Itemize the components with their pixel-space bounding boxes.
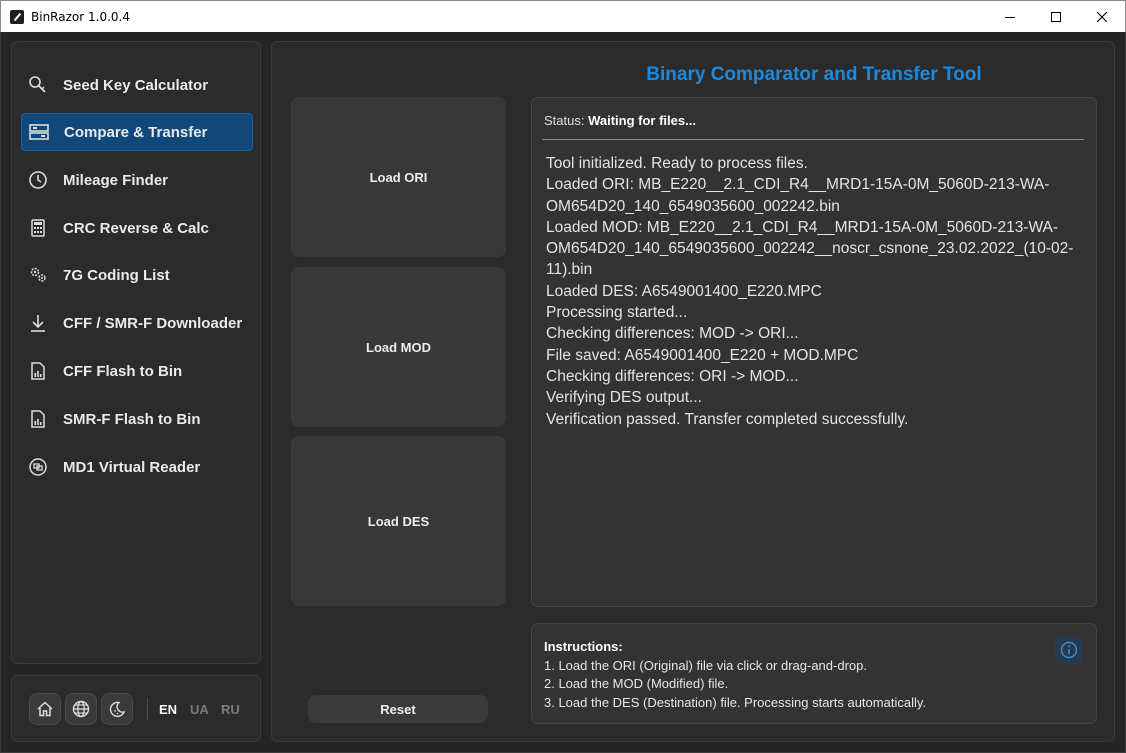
sidebar-item-mileage-finder[interactable]: Mileage Finder — [21, 161, 253, 199]
instruction-line: 1. Load the ORI (Original) file via clic… — [544, 658, 867, 673]
log-line: Processing started... — [546, 304, 688, 322]
home-button[interactable] — [29, 693, 61, 725]
sidebar-item-7g-coding-list[interactable]: 7G Coding List — [21, 256, 253, 294]
sidebar-item-label: Seed Key Calculator — [63, 76, 209, 94]
status-value: Waiting for files... — [588, 113, 696, 128]
log-line: Loaded ORI: MB_E220__2.1_CDI_R4__MRD1-15… — [546, 176, 1050, 215]
sidebar: Seed Key Calculator Compare & Transfer M… — [11, 41, 261, 664]
sidebar-item-label: CFF Flash to Bin — [63, 362, 183, 380]
sidebar-item-label: SMR-F Flash to Bin — [63, 410, 201, 428]
load-mod-button[interactable]: Load MOD — [291, 267, 506, 427]
key-search-icon — [28, 75, 48, 95]
download-icon — [28, 313, 48, 333]
divider — [147, 698, 148, 720]
title-bar: BinRazor 1.0.0.4 — [0, 0, 1126, 32]
window-title: BinRazor 1.0.0.4 — [31, 9, 130, 24]
log-output: Tool initialized. Ready to process files… — [546, 153, 1086, 430]
status-divider — [542, 139, 1084, 140]
theme-toggle-button[interactable] — [101, 693, 133, 725]
log-line: Loaded DES: A6549001400_E220.MPC — [546, 282, 822, 300]
instructions-title: Instructions: — [544, 639, 623, 654]
gears-icon — [28, 265, 48, 285]
sidebar-item-compare-transfer[interactable]: Compare & Transfer — [21, 113, 253, 151]
minimize-icon — [1005, 16, 1015, 18]
load-ori-button[interactable]: Load ORI — [291, 97, 506, 257]
window-controls — [987, 1, 1125, 32]
log-line: Verifying DES output... — [546, 389, 702, 407]
log-line: Loaded MOD: MB_E220__2.1_CDI_R4__MRD1-15… — [546, 218, 1074, 279]
sidebar-item-label: CRC Reverse & Calc — [63, 219, 209, 237]
compare-icon — [29, 122, 49, 142]
sidebar-item-label: MD1 Virtual Reader — [63, 458, 201, 476]
minimize-button[interactable] — [987, 1, 1033, 32]
calculator-icon — [28, 218, 48, 238]
maximize-icon — [1051, 11, 1061, 22]
language-option-ru[interactable]: RU — [221, 702, 240, 717]
moon-icon — [109, 701, 126, 718]
log-panel: Status: Waiting for files... Tool initia… — [531, 97, 1097, 607]
file-chart-icon — [28, 409, 48, 429]
file-chart-icon — [28, 361, 48, 381]
sidebar-item-label: CFF / SMR-F Downloader — [63, 314, 243, 332]
sidebar-item-seed-key-calculator[interactable]: Seed Key Calculator — [21, 66, 253, 104]
status-line: Status: Waiting for files... — [544, 113, 696, 128]
sidebar-item-crc-reverse-calc[interactable]: CRC Reverse & Calc — [21, 209, 253, 247]
instruction-line: 3. Load the DES (Destination) file. Proc… — [544, 695, 926, 710]
info-icon — [1060, 641, 1078, 659]
instructions-panel: Instructions: 1. Load the ORI (Original)… — [531, 623, 1097, 724]
chip-reader-icon — [28, 457, 48, 477]
load-des-button[interactable]: Load DES — [291, 436, 506, 606]
log-line: Checking differences: MOD -> ORI... — [546, 325, 799, 343]
reset-button[interactable]: Reset — [308, 695, 488, 723]
globe-icon — [72, 700, 90, 718]
language-option-ua[interactable]: UA — [190, 702, 209, 717]
sidebar-item-label: 7G Coding List — [63, 266, 170, 284]
maximize-button[interactable] — [1033, 1, 1079, 32]
footer-panel: EN UA RU — [11, 675, 261, 742]
page-title: Binary Comparator and Transfer Tool — [646, 64, 982, 85]
home-icon — [37, 701, 53, 717]
sidebar-item-label: Compare & Transfer — [64, 123, 208, 141]
close-icon — [1097, 11, 1107, 22]
log-line: Verification passed. Transfer completed … — [546, 410, 909, 428]
sidebar-item-cff-smrf-downloader[interactable]: CFF / SMR-F Downloader — [21, 304, 253, 342]
clock-icon — [28, 170, 48, 190]
status-label: Status: — [544, 113, 585, 128]
language-button[interactable] — [65, 693, 97, 725]
sidebar-item-cff-flash-to-bin[interactable]: CFF Flash to Bin — [21, 352, 253, 390]
log-line: File saved: A6549001400_E220 + MOD.MPC — [546, 346, 859, 364]
sidebar-item-smrf-flash-to-bin[interactable]: SMR-F Flash to Bin — [21, 400, 253, 438]
close-button[interactable] — [1079, 1, 1125, 32]
sidebar-item-label: Mileage Finder — [63, 171, 169, 189]
instruction-line: 2. Load the MOD (Modified) file. — [544, 676, 729, 691]
sidebar-item-md1-virtual-reader[interactable]: MD1 Virtual Reader — [21, 448, 253, 486]
language-option-en[interactable]: EN — [159, 702, 177, 717]
app-logo-icon — [10, 9, 24, 24]
log-line: Checking differences: ORI -> MOD... — [546, 367, 799, 385]
main-panel: Binary Comparator and Transfer Tool Load… — [271, 41, 1115, 742]
info-button[interactable] — [1055, 636, 1083, 664]
log-line: Tool initialized. Ready to process files… — [546, 155, 808, 172]
